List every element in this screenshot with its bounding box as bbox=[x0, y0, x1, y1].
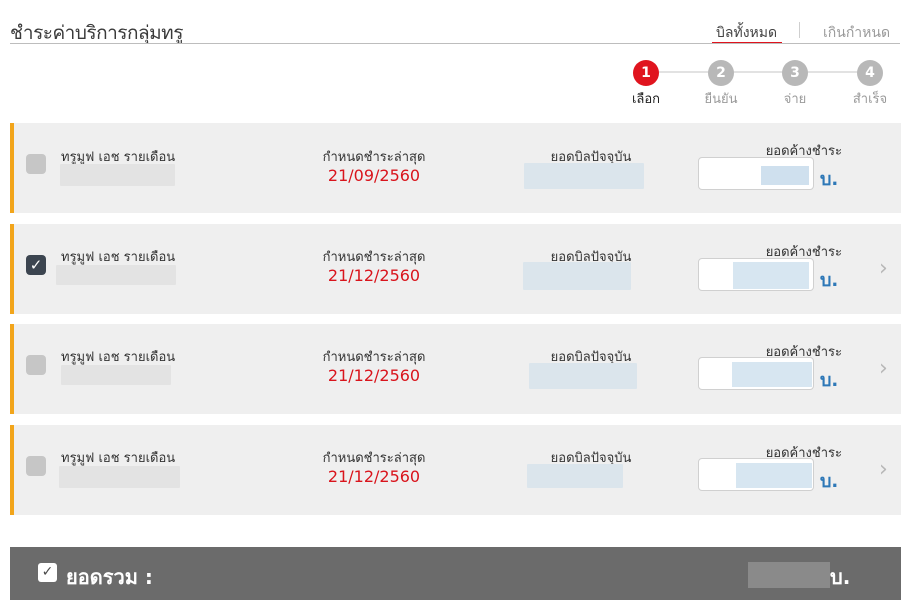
currency-label: บ. bbox=[820, 270, 839, 291]
check-icon: ✓ bbox=[41, 564, 54, 580]
package-name: ทรูมูฟ เอช รายเดือน bbox=[61, 250, 176, 265]
masked-bill-amount bbox=[524, 163, 644, 189]
package-name: ทรูมูฟ เอช รายเดือน bbox=[61, 350, 176, 365]
chevron-right-icon[interactable]: › bbox=[879, 356, 888, 381]
step-4-badge: 4 bbox=[857, 60, 883, 86]
masked-outstanding-amount bbox=[761, 166, 809, 185]
step-3-badge: 3 bbox=[782, 60, 808, 86]
step-1-badge: 1 bbox=[633, 60, 659, 86]
masked-bill-amount bbox=[523, 262, 631, 290]
total-currency-label: บ. bbox=[830, 565, 851, 589]
bill-checkbox[interactable] bbox=[26, 355, 46, 375]
due-date-label: กำหนดชำระล่าสุด bbox=[322, 350, 426, 365]
due-date-value: 21/12/2560 bbox=[327, 366, 421, 385]
outstanding-amount-field[interactable] bbox=[698, 157, 814, 190]
header-divider bbox=[10, 43, 900, 44]
due-date-value: 21/12/2560 bbox=[327, 467, 421, 486]
masked-outstanding-amount bbox=[732, 362, 812, 387]
step-2-label: ยืนยัน bbox=[704, 92, 738, 107]
currency-label: บ. bbox=[820, 471, 839, 492]
due-date-value: 21/09/2560 bbox=[327, 166, 421, 185]
masked-bill-amount bbox=[527, 464, 623, 488]
due-date-label: กำหนดชำระล่าสุด bbox=[322, 250, 426, 265]
filter-overdue[interactable]: เกินกำหนด bbox=[823, 22, 890, 44]
package-name: ทรูมูฟ เอช รายเดือน bbox=[61, 451, 176, 466]
check-icon: ✓ bbox=[29, 256, 43, 274]
masked-bill-amount bbox=[529, 363, 637, 389]
due-date-label: กำหนดชำระล่าสุด bbox=[322, 150, 426, 165]
step-3-label: จ่าย bbox=[783, 92, 807, 107]
masked-outstanding-amount bbox=[736, 463, 812, 488]
masked-phone-number bbox=[56, 265, 176, 285]
due-date-value: 21/12/2560 bbox=[327, 266, 421, 285]
chevron-right-icon[interactable]: › bbox=[879, 256, 888, 281]
bill-checkbox-checked[interactable]: ✓ bbox=[26, 255, 46, 275]
outstanding-amount-field[interactable] bbox=[698, 357, 814, 390]
filter-all-label: บิลทั้งหมด bbox=[716, 25, 778, 41]
step-2-badge: 2 bbox=[708, 60, 734, 86]
bill-checkbox[interactable] bbox=[26, 456, 46, 476]
step-1-label: เลือก bbox=[631, 92, 661, 107]
step-4-label: สำเร็จ bbox=[852, 92, 888, 107]
outstanding-amount-field[interactable] bbox=[698, 258, 814, 291]
due-date-label: กำหนดชำระล่าสุด bbox=[322, 451, 426, 466]
currency-label: บ. bbox=[820, 169, 839, 190]
stepper-line bbox=[646, 71, 866, 73]
masked-phone-number bbox=[60, 164, 175, 186]
filter-all-bills[interactable]: บิลทั้งหมด bbox=[712, 22, 782, 44]
masked-outstanding-amount bbox=[733, 262, 809, 289]
bill-checkbox[interactable] bbox=[26, 154, 46, 174]
filter-divider bbox=[799, 22, 800, 38]
currency-label: บ. bbox=[820, 370, 839, 391]
masked-phone-number bbox=[61, 365, 171, 385]
masked-total-amount bbox=[748, 562, 830, 588]
chevron-right-icon[interactable]: › bbox=[879, 457, 888, 482]
select-all-checkbox[interactable]: ✓ bbox=[38, 563, 57, 582]
masked-phone-number bbox=[59, 466, 180, 488]
outstanding-amount-field[interactable] bbox=[698, 458, 814, 491]
total-label: ยอดรวม : bbox=[66, 565, 153, 589]
